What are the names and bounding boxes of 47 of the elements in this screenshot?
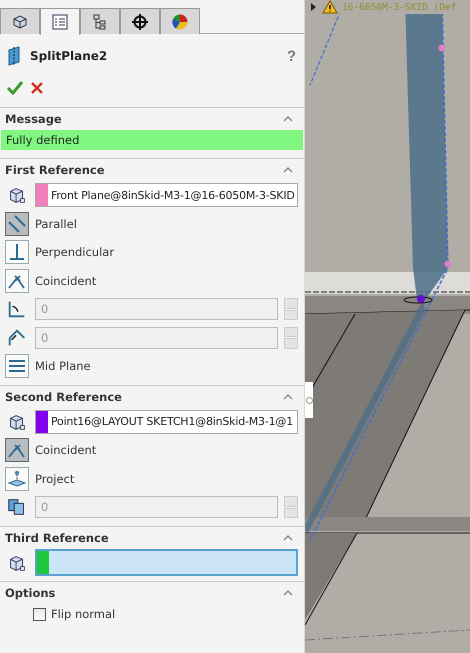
midplane-toggle-button[interactable] xyxy=(5,354,29,378)
section-title: Options xyxy=(5,586,56,600)
option-label: Coincident xyxy=(35,443,96,458)
checkbox[interactable] xyxy=(33,608,46,620)
feature-title: SplitPlane2 xyxy=(30,49,108,63)
selection-field[interactable] xyxy=(35,549,298,576)
cube-icon xyxy=(11,12,29,30)
crosshair-icon xyxy=(131,12,149,30)
list-icon xyxy=(51,13,69,31)
selection-field[interactable]: Front Plane@8inSkid-M3-1@16-6050M-3-SKID xyxy=(35,183,298,208)
coincident-toggle-button[interactable] xyxy=(5,268,29,293)
option-label: Parallel xyxy=(35,216,77,231)
checkbox-label: Flip normal xyxy=(51,607,116,621)
section-title: First Reference xyxy=(5,163,105,177)
section-title: Message xyxy=(5,112,62,126)
section-title: Second Reference xyxy=(5,390,122,404)
option-label: Project xyxy=(35,472,74,486)
perpendicular-toggle-button[interactable] xyxy=(5,240,29,264)
config-tab[interactable] xyxy=(80,8,120,34)
option-label: Mid Plane xyxy=(35,359,91,374)
collapse-icon[interactable] xyxy=(282,166,294,174)
option-label: Coincident xyxy=(35,274,96,288)
checkmark-icon[interactable] xyxy=(6,80,24,96)
parallel-toggle-button[interactable] xyxy=(5,212,29,236)
color-ball-icon xyxy=(171,12,189,30)
close-icon[interactable] xyxy=(30,81,44,95)
panel-grip[interactable] xyxy=(305,382,313,418)
collapse-icon[interactable] xyxy=(282,392,294,400)
project-toggle-button[interactable] xyxy=(5,466,29,491)
property-tab[interactable] xyxy=(40,8,80,35)
warning-icon xyxy=(322,0,338,14)
coincident-toggle-button[interactable] xyxy=(5,438,29,462)
collapse-icon[interactable] xyxy=(282,534,294,542)
section-title: Third Reference xyxy=(5,530,109,544)
expand-icon[interactable] xyxy=(310,3,318,11)
selection-field[interactable]: Point16@LAYOUT SKETCH1@8inSkid-M3-1@1 xyxy=(35,410,298,434)
appearance-tab[interactable] xyxy=(160,8,200,34)
target-tab[interactable] xyxy=(120,8,160,34)
status-message: Fully defined xyxy=(1,130,303,150)
part-tab[interactable] xyxy=(0,8,40,34)
parallel-icon xyxy=(7,214,27,234)
project-icon xyxy=(7,468,27,489)
perpendicular-icon xyxy=(7,242,27,262)
collapse-icon[interactable] xyxy=(282,115,294,123)
option-label: Perpendicular xyxy=(35,245,114,260)
help-button[interactable]: ? xyxy=(286,48,296,64)
collapse-icon[interactable] xyxy=(282,589,294,597)
